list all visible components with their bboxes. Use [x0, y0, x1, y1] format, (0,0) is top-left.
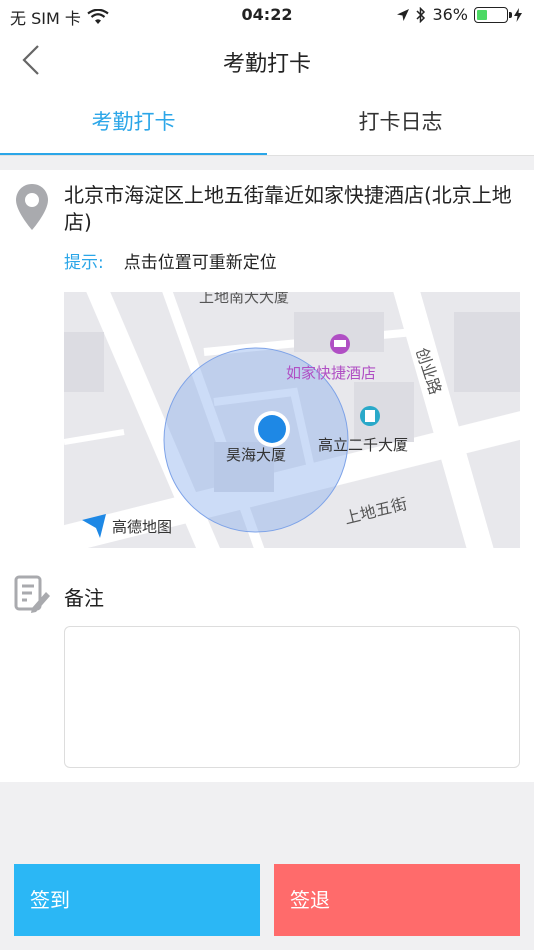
bluetooth-icon — [416, 6, 426, 23]
tab-log[interactable]: 打卡日志 — [267, 92, 534, 156]
tip-message: 点击位置可重新定位 — [123, 253, 277, 273]
tab-attendance[interactable]: 考勤打卡 — [0, 92, 267, 156]
tab-bar: 考勤打卡 打卡日志 — [0, 92, 534, 156]
map-label-brand: 高德地图 — [112, 518, 172, 536]
main-card: 北京市海淀区上地五街靠近如家快捷酒店(北京上地店) 提示: 点击位置可重新定位 — [0, 170, 534, 782]
status-bar: 无 SIM 卡 04:22 36% — [0, 0, 534, 30]
location-arrow-icon — [397, 8, 410, 21]
map-canvas: 上地南大大厦 如家快捷酒店 昊海大厦 高立二千大厦 高德地图 创业路 上地五街 — [64, 292, 520, 548]
map-label-hotel: 如家快捷酒店 — [286, 364, 376, 382]
map-label-road-shangdi5: 上地五街 — [342, 494, 409, 528]
location-address[interactable]: 北京市海淀区上地五街靠近如家快捷酒店(北京上地店) — [64, 182, 524, 236]
map-label-top-building: 上地南大大厦 — [199, 292, 289, 306]
battery-icon — [474, 6, 512, 23]
battery-percent: 36% — [432, 5, 468, 24]
tip-row: 提示: 点击位置可重新定位 — [64, 248, 277, 273]
battery-fill — [477, 9, 488, 20]
note-edit-icon — [14, 575, 50, 613]
map-label-haohai: 昊海大厦 — [226, 446, 286, 464]
location-pin-icon — [16, 184, 48, 230]
status-right: 36% — [396, 5, 522, 24]
remark-label: 备注 — [64, 586, 104, 610]
remark-input[interactable] — [64, 626, 520, 768]
tab-divider — [0, 155, 534, 156]
map-view[interactable]: 上地南大大厦 如家快捷酒店 昊海大厦 高立二千大厦 高德地图 创业路 上地五街 — [64, 292, 520, 548]
sign-out-button[interactable]: 签退 — [274, 864, 520, 936]
page-title: 考勤打卡 — [222, 52, 311, 77]
sign-in-button[interactable]: 签到 — [14, 864, 260, 936]
map-label-gaoli: 高立二千大厦 — [318, 436, 408, 454]
nav-bar: 考勤打卡 — [0, 30, 534, 92]
tip-label: 提示: — [64, 253, 104, 273]
charging-icon — [514, 7, 522, 22]
